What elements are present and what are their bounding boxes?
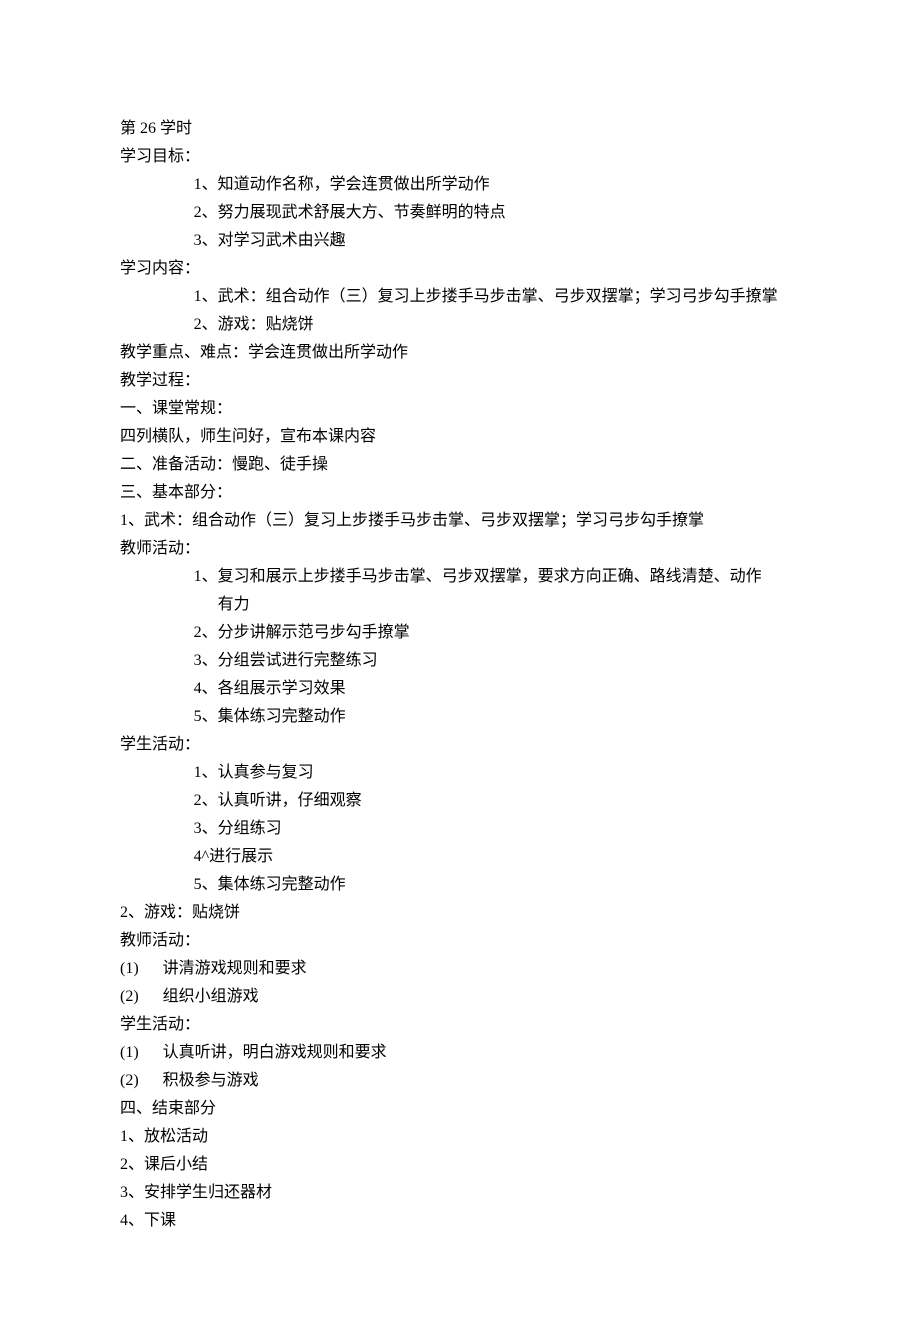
section3-item2-title: 2、游戏：贴烧饼 — [120, 899, 800, 927]
student-activity-item: 1、认真参与复习 — [120, 759, 800, 787]
content-label: 学习内容： — [120, 255, 800, 283]
teacher-activity-item-cont: 有力 — [120, 591, 800, 619]
goal-item: 3、对学习武术由兴趣 — [120, 227, 800, 255]
teacher-activity-label-2: 教师活动： — [120, 927, 800, 955]
keypoint: 教学重点、难点：学会连贯做出所学动作 — [120, 339, 800, 367]
section4-title: 四、结束部分 — [120, 1095, 800, 1123]
section4-item: 3、安排学生归还器材 — [120, 1179, 800, 1207]
section1-line: 四列横队，师生问好，宣布本课内容 — [120, 423, 800, 451]
section3-title: 三、基本部分： — [120, 479, 800, 507]
student-activity-label: 学生活动： — [120, 731, 800, 759]
student-activity-label-2: 学生活动： — [120, 1011, 800, 1039]
teacher-activity-label: 教师活动： — [120, 535, 800, 563]
student-activity2-item: (1) 认真听讲，明白游戏规则和要求 — [120, 1039, 800, 1067]
section2-title: 二、准备活动：慢跑、徒手操 — [120, 451, 800, 479]
teacher-activity-item: 3、分组尝试进行完整练习 — [120, 647, 800, 675]
lesson-number: 第 26 学时 — [120, 115, 800, 143]
process-label: 教学过程： — [120, 367, 800, 395]
goals-label: 学习目标： — [120, 143, 800, 171]
section4-item: 2、课后小结 — [120, 1151, 800, 1179]
student-activity2-item: (2) 积极参与游戏 — [120, 1067, 800, 1095]
teacher-activity2-item: (1) 讲清游戏规则和要求 — [120, 955, 800, 983]
document-page: 第 26 学时 学习目标： 1、知道动作名称，学会连贯做出所学动作 2、努力展现… — [0, 0, 920, 1335]
section4-item: 1、放松活动 — [120, 1123, 800, 1151]
content-item: 1、武术：组合动作（三）复习上步搂手马步击掌、弓步双摆掌；学习弓步勾手撩掌 — [120, 283, 800, 311]
student-activity-item: 3、分组练习 — [120, 815, 800, 843]
section3-item1-title: 1、武术：组合动作（三）复习上步搂手马步击掌、弓步双摆掌；学习弓步勾手撩掌 — [120, 507, 800, 535]
teacher-activity2-item: (2) 组织小组游戏 — [120, 983, 800, 1011]
section4-item: 4、下课 — [120, 1207, 800, 1235]
goal-item: 2、努力展现武术舒展大方、节奏鲜明的特点 — [120, 199, 800, 227]
teacher-activity-item: 4、各组展示学习效果 — [120, 675, 800, 703]
student-activity-item: 2、认真听讲，仔细观察 — [120, 787, 800, 815]
teacher-activity-item: 2、分步讲解示范弓步勾手撩掌 — [120, 619, 800, 647]
section1-title: 一、课堂常规： — [120, 395, 800, 423]
teacher-activity-item: 1、复习和展示上步搂手马步击掌、弓步双摆掌，要求方向正确、路线清楚、动作 — [120, 563, 800, 591]
teacher-activity-item: 5、集体练习完整动作 — [120, 703, 800, 731]
student-activity-item: 5、集体练习完整动作 — [120, 871, 800, 899]
student-activity-item: 4^进行展示 — [120, 843, 800, 871]
content-item: 2、游戏：贴烧饼 — [120, 311, 800, 339]
goal-item: 1、知道动作名称，学会连贯做出所学动作 — [120, 171, 800, 199]
